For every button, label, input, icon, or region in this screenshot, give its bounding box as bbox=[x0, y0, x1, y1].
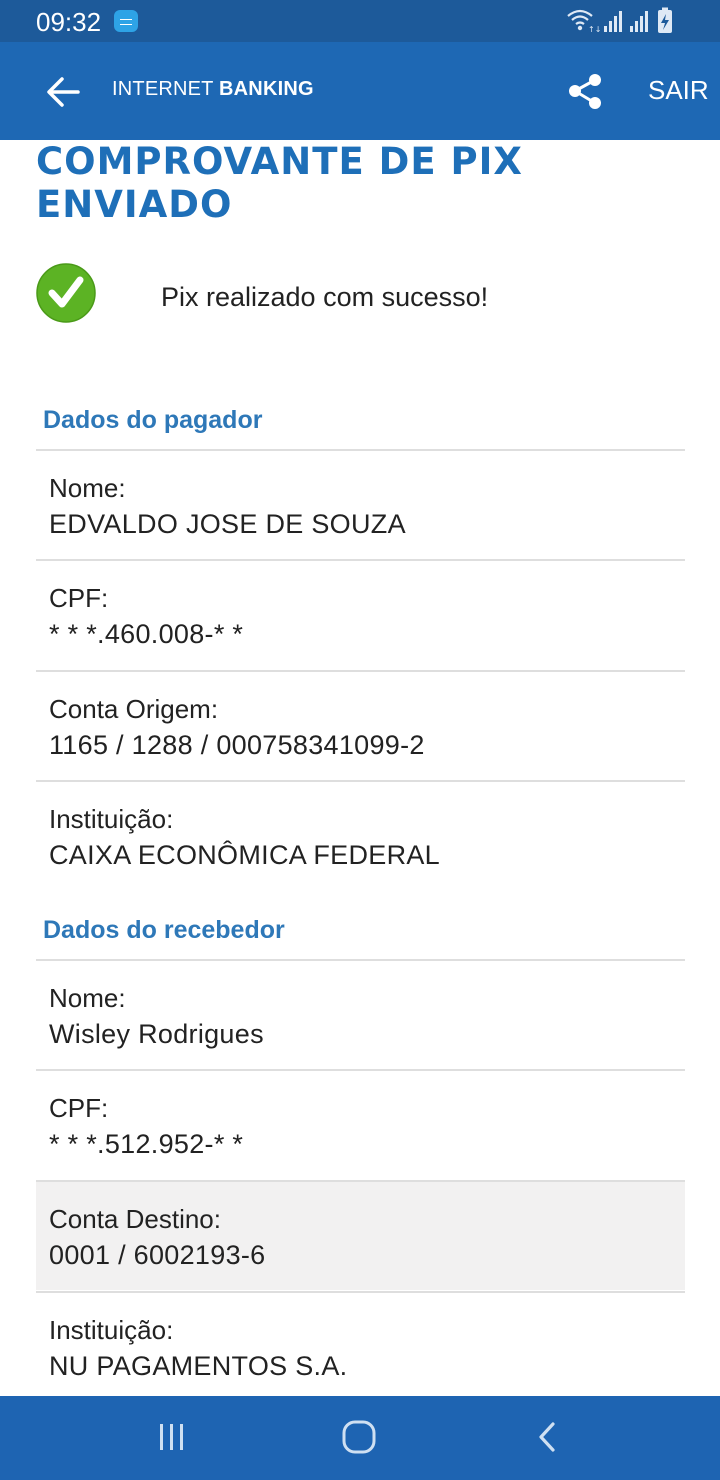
field-label: CPF: bbox=[49, 1093, 109, 1123]
receiver-name-row: Nome: Wisley Rodrigues bbox=[36, 959, 685, 1069]
check-circle-icon bbox=[36, 263, 96, 323]
arrow-left-icon bbox=[47, 77, 80, 107]
status-indicators: ↑↓ bbox=[567, 7, 672, 34]
receiver-institution-row: Instituição: NU PAGAMENTOS S.A. bbox=[36, 1291, 685, 1401]
share-button[interactable] bbox=[566, 72, 606, 112]
field-value: * * *.460.008-* * bbox=[49, 619, 244, 649]
receiver-cpf-row: CPF: * * *.512.952-* * bbox=[36, 1069, 685, 1179]
field-value: EDVALDO JOSE DE SOUZA bbox=[49, 509, 406, 539]
section-title-payer: Dados do pagador bbox=[43, 406, 263, 434]
field-label: CPF: bbox=[49, 583, 109, 613]
page-title: COMPROVANTE DE PIX ENVIADO bbox=[36, 140, 523, 226]
app-title-prefix: INTERNET bbox=[112, 78, 214, 100]
exit-button[interactable]: SAIR bbox=[648, 75, 709, 106]
receiver-account-row: Conta Destino: 0001 / 6002193-6 bbox=[36, 1180, 685, 1290]
field-label: Conta Destino: bbox=[49, 1204, 221, 1234]
back-button[interactable] bbox=[40, 70, 86, 114]
field-value: 1165 / 1288 / 000758341099-2 bbox=[49, 730, 425, 760]
field-value: CAIXA ECONÔMICA FEDERAL bbox=[49, 840, 440, 870]
status-time: 09:32 bbox=[36, 7, 102, 37]
signal-icon-1 bbox=[604, 11, 622, 32]
field-value: NU PAGAMENTOS S.A. bbox=[49, 1351, 348, 1381]
app-bar: INTERNET BANKING SAIR bbox=[0, 42, 720, 140]
field-value: * * *.512.952-* * bbox=[49, 1129, 244, 1159]
payer-institution-row: Instituição: CAIXA ECONÔMICA FEDERAL bbox=[36, 780, 685, 890]
home-icon bbox=[342, 1420, 376, 1454]
chevron-left-icon bbox=[539, 1422, 555, 1452]
success-message: Pix realizado com sucesso! bbox=[161, 282, 489, 312]
payer-account-row: Conta Origem: 1165 / 1288 / 000758341099… bbox=[36, 670, 685, 780]
app-notification-icon bbox=[114, 10, 138, 32]
signal-icon-2 bbox=[630, 11, 648, 32]
wifi-icon bbox=[567, 9, 593, 25]
status-bar: 09:32 ↑↓ bbox=[0, 0, 720, 42]
app-title: INTERNET BANKING bbox=[112, 78, 314, 101]
payer-cpf-row: CPF: * * *.460.008-* * bbox=[36, 559, 685, 669]
home-button[interactable] bbox=[337, 1418, 381, 1458]
payer-name-row: Nome: EDVALDO JOSE DE SOUZA bbox=[36, 449, 685, 559]
recents-button[interactable] bbox=[150, 1418, 194, 1458]
battery-charging-icon bbox=[658, 7, 672, 33]
nav-back-button[interactable] bbox=[525, 1418, 569, 1458]
field-label: Nome: bbox=[49, 983, 126, 1013]
share-icon bbox=[569, 74, 601, 109]
svg-text:↑↓: ↑↓ bbox=[588, 25, 601, 34]
field-label: Instituição: bbox=[49, 1315, 174, 1345]
section-title-receiver: Dados do recebedor bbox=[43, 916, 285, 944]
field-label: Nome: bbox=[49, 473, 126, 503]
recents-icon bbox=[160, 1424, 183, 1450]
system-nav-bar bbox=[0, 1396, 720, 1480]
app-title-bold: BANKING bbox=[219, 78, 314, 100]
field-value: Wisley Rodrigues bbox=[49, 1019, 264, 1049]
field-value: 0001 / 6002193-6 bbox=[49, 1240, 266, 1270]
field-label: Conta Origem: bbox=[49, 694, 219, 724]
field-label: Instituição: bbox=[49, 804, 174, 834]
